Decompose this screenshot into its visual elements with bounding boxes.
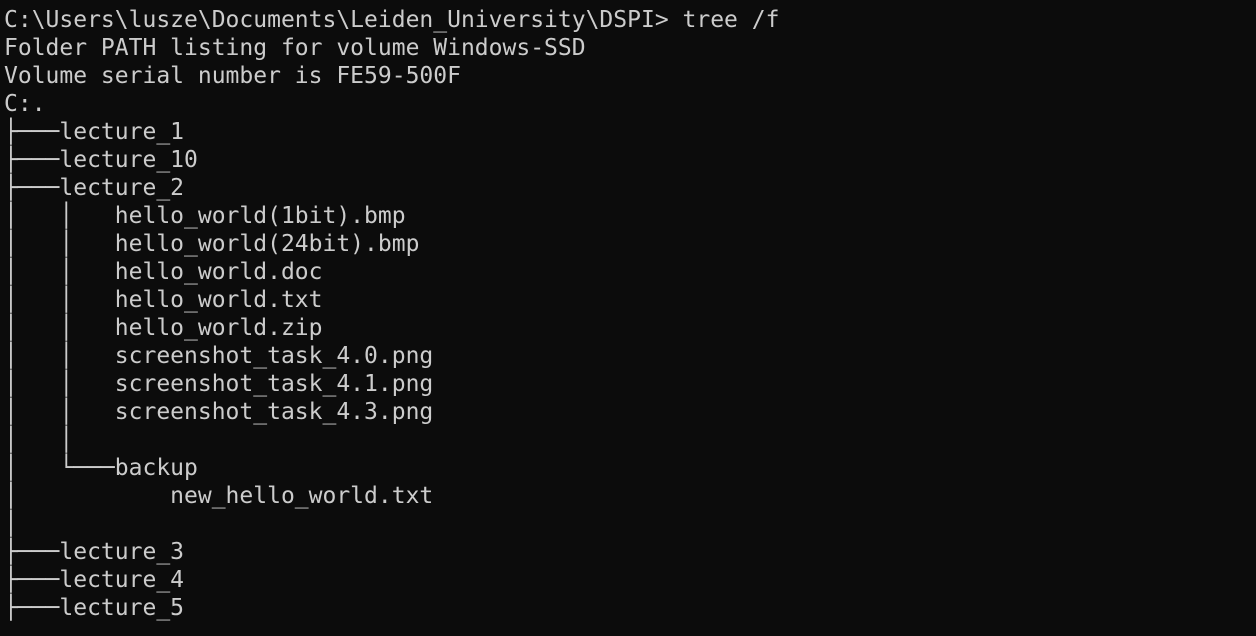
tree-line: │ │ hello_world.zip	[4, 315, 323, 341]
tree-line: │ └───backup	[4, 455, 198, 481]
tree-line: │ new_hello_world.txt	[4, 483, 434, 509]
tree-line: ├───lecture_1	[4, 119, 185, 145]
tree-line: │ │ screenshot_task_4.0.png	[4, 343, 434, 369]
tree-line: │ │ hello_world.doc	[4, 259, 323, 285]
output-line: Volume serial number is FE59-500F	[4, 63, 461, 89]
tree-line: │ │	[4, 427, 74, 453]
terminal-window[interactable]: C:\Users\lusze\Documents\Leiden_Universi…	[0, 0, 1256, 636]
tree-line: ├───lecture_5	[4, 595, 185, 621]
tree-line: │	[4, 511, 18, 537]
tree-line: │ │ screenshot_task_4.3.png	[4, 399, 434, 425]
tree-line: │ │ hello_world.txt	[4, 287, 323, 313]
tree-line: ├───lecture_4	[4, 567, 185, 593]
tree-line: ├───lecture_10	[4, 147, 198, 173]
tree-line: ├───lecture_2	[4, 175, 185, 201]
output-line: C:.	[4, 91, 46, 117]
prompt-line: C:\Users\lusze\Documents\Leiden_Universi…	[4, 6, 1256, 34]
output-line: Folder PATH listing for volume Windows-S…	[4, 35, 586, 61]
prompt-path: C:\Users\lusze\Documents\Leiden_Universi…	[4, 7, 669, 33]
command-text: tree /f	[668, 7, 780, 33]
tree-line: │ │ hello_world(24bit).bmp	[4, 231, 420, 257]
tree-line: │ │ hello_world(1bit).bmp	[4, 203, 406, 229]
tree-line: │ │ screenshot_task_4.1.png	[4, 371, 434, 397]
tree-line: ├───lecture_3	[4, 539, 185, 565]
